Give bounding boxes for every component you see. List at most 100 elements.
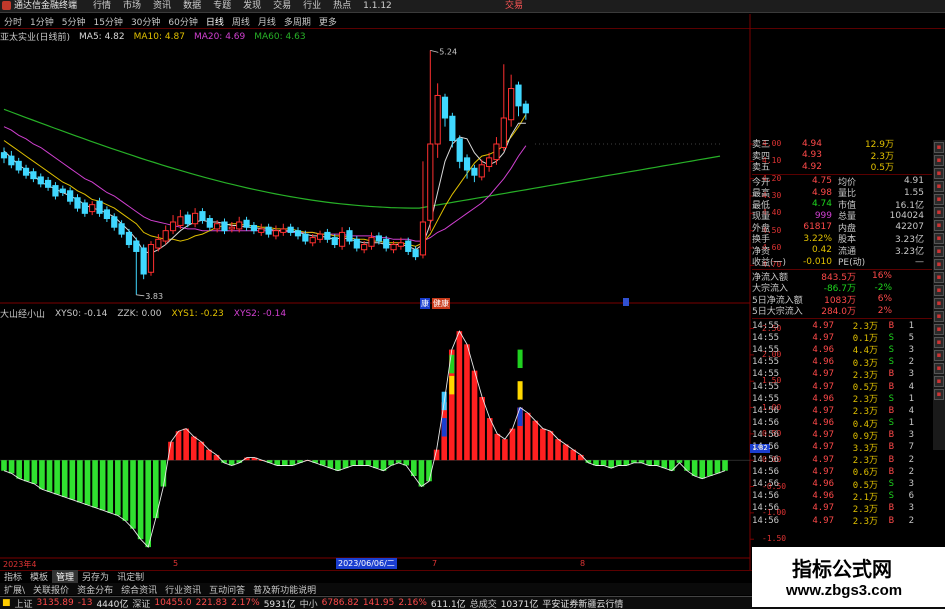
tick-price: 4.97	[812, 369, 834, 380]
osc-bar	[479, 397, 485, 461]
ftab-extend[interactable]: 扩展\	[0, 583, 29, 596]
sidebar-icon-14[interactable]: ▪	[934, 311, 944, 322]
tick-row[interactable]: 14:55 4.97 0.1万 S 5	[752, 332, 932, 345]
tick-time: 14:56	[752, 454, 780, 465]
ask-row[interactable]: 卖五 4.92 0.5万	[752, 161, 932, 174]
ftab-new-features[interactable]: 普及新功能说明	[249, 583, 320, 596]
sidebar-icon-16[interactable]: ▪	[934, 337, 944, 348]
cursor-date: 2023/06/06/二	[336, 558, 397, 569]
tick-row[interactable]: 14:56 4.97 2.3万 B 2	[752, 454, 932, 467]
flow-row[interactable]: 5日大宗流入 284.0万 2%	[752, 305, 932, 318]
fundamental-row[interactable]: 收益(一) -0.010 PE(动) —	[752, 256, 932, 269]
tick-row[interactable]: 14:56 4.97 2.3万 B 3	[752, 502, 932, 515]
candle-body	[405, 240, 412, 252]
tick-row[interactable]: 14:55 4.97 2.3万 B 1	[752, 320, 932, 333]
osc-bar	[707, 460, 713, 476]
sidebar-icon-1[interactable]: ▪	[934, 142, 944, 153]
sz-label[interactable]: 深证	[132, 597, 150, 609]
osc-bar	[92, 460, 98, 508]
zx-label[interactable]: 中小	[300, 597, 318, 609]
sidebar-icon-8[interactable]: ▪	[934, 233, 944, 244]
ftab-fund-dist[interactable]: 资金分布	[73, 583, 117, 596]
event-marker-2[interactable]: 健康	[432, 298, 450, 309]
tick-row[interactable]: 14:56 4.97 2.3万 B 4	[752, 405, 932, 418]
ask-price: 4.92	[801, 161, 822, 172]
sidebar-icon-3[interactable]: ▪	[934, 168, 944, 179]
candle-body	[412, 249, 419, 258]
tick-time: 14:55	[752, 332, 780, 343]
tab-manage[interactable]: 管理	[52, 570, 79, 583]
fund-value-2: 104024	[889, 210, 924, 221]
tab-indicator[interactable]: 指标	[0, 570, 26, 583]
tick-row[interactable]: 14:56 4.96 2.1万 S 6	[752, 490, 932, 503]
sidebar-icon-2[interactable]: ▪	[934, 155, 944, 166]
fund-value-2: 16.1亿	[894, 200, 924, 211]
tab-save-as[interactable]: 另存为	[78, 570, 113, 583]
signal-bar	[517, 407, 523, 426]
sidebar-icon-7[interactable]: ▪	[934, 220, 944, 231]
sidebar-icon-11[interactable]: ▪	[934, 272, 944, 283]
tick-row[interactable]: 14:56 4.97 2.3万 B 2	[752, 515, 932, 528]
sidebar-icon-19[interactable]: ▪	[934, 376, 944, 387]
osc-bar	[471, 370, 478, 461]
sidebar-icon-10[interactable]: ▪	[934, 259, 944, 270]
flow-percent: 6%	[877, 294, 892, 305]
tick-time: 14:56	[752, 466, 780, 477]
fund-value-2: —	[915, 256, 924, 267]
tick-price: 4.97	[812, 466, 834, 477]
sh-label[interactable]: 上证	[15, 597, 33, 609]
tick-time: 14:56	[752, 430, 780, 441]
date-axis: 2023年4 5 2023/06/06/二 7 8	[0, 558, 750, 569]
sidebar-icon-6[interactable]: ▪	[934, 207, 944, 218]
flow-percent: 2%	[877, 305, 892, 316]
tick-side: B	[888, 466, 894, 477]
ftab-news[interactable]: 综合资讯	[117, 583, 161, 596]
tick-list[interactable]: 14:55 4.97 2.3万 B 1 14:55 4.97 0.1万 S 5 14:55 4.96 4…	[752, 320, 932, 528]
tick-row[interactable]: 14:55 4.96 0.3万 S 2	[752, 356, 932, 369]
tick-row[interactable]: 14:55 4.96 4.4万 S 3	[752, 344, 932, 357]
tick-time: 14:56	[752, 418, 780, 429]
tick-side: S	[888, 357, 894, 368]
ftab-industry[interactable]: 行业资讯	[161, 583, 205, 596]
sidebar-icon-18[interactable]: ▪	[934, 363, 944, 374]
osc-bar	[23, 460, 30, 482]
tick-count: 3	[908, 503, 914, 514]
date-jul: 7	[432, 559, 438, 568]
sidebar-icon-12[interactable]: ▪	[934, 285, 944, 296]
tick-price: 4.97	[812, 381, 834, 392]
tick-row[interactable]: 14:56 4.97 0.9万 B 3	[752, 429, 932, 442]
ftab-related[interactable]: 关联报价	[29, 583, 73, 596]
tick-row[interactable]: 14:56 4.96 0.5万 S 3	[752, 478, 932, 491]
watermark-url: www.zbgs3.com	[786, 582, 903, 599]
sidebar-icon-9[interactable]: ▪	[934, 246, 944, 257]
sidebar-icon-4[interactable]: ▪	[934, 181, 944, 192]
tab-custom[interactable]: 讯定制	[113, 570, 148, 583]
tick-row[interactable]: 14:56 4.97 0.6万 B 2	[752, 466, 932, 479]
tick-row[interactable]: 14:55 4.96 2.3万 S 1	[752, 393, 932, 406]
event-marker-3[interactable]	[623, 298, 629, 306]
tick-row[interactable]: 14:55 4.97 2.3万 B 3	[752, 368, 932, 381]
sidebar-icon-20[interactable]: ▪	[934, 389, 944, 400]
tick-row[interactable]: 14:55 4.97 0.5万 B 4	[752, 380, 932, 394]
osc-bar	[183, 428, 189, 461]
osc-bar	[335, 460, 341, 471]
candle-body	[214, 223, 221, 230]
sidebar-icon-13[interactable]: ▪	[934, 298, 944, 309]
sidebar-icon-15[interactable]: ▪	[934, 324, 944, 335]
ma5-line	[3, 122, 526, 254]
tick-side: B	[888, 381, 894, 392]
fund-value-1: 4.98	[811, 187, 832, 198]
osc-bar	[39, 460, 45, 490]
tick-row[interactable]: 14:56 4.97 3.3万 B 7	[752, 441, 932, 454]
tick-count: 3	[908, 479, 914, 490]
ftab-qa[interactable]: 互动问答	[205, 583, 249, 596]
sidebar-icon-5[interactable]: ▪	[934, 194, 944, 205]
tab-template[interactable]: 模板	[26, 570, 52, 583]
sidebar-icon-17[interactable]: ▪	[934, 350, 944, 361]
watermark: 指标公式网 www.zbgs3.com	[752, 547, 945, 607]
side-toolbar: ▪ ▪ ▪ ▪ ▪ ▪ ▪ ▪ ▪ ▪ ▪ ▪ ▪ ▪ ▪ ▪ ▪ ▪ ▪ ▪	[933, 140, 945, 450]
tick-count: 2	[908, 357, 914, 368]
event-marker-1[interactable]: 康	[420, 298, 430, 309]
tick-row[interactable]: 14:56 4.96 0.4万 S 1	[752, 417, 932, 430]
osc-bar	[365, 460, 372, 466]
